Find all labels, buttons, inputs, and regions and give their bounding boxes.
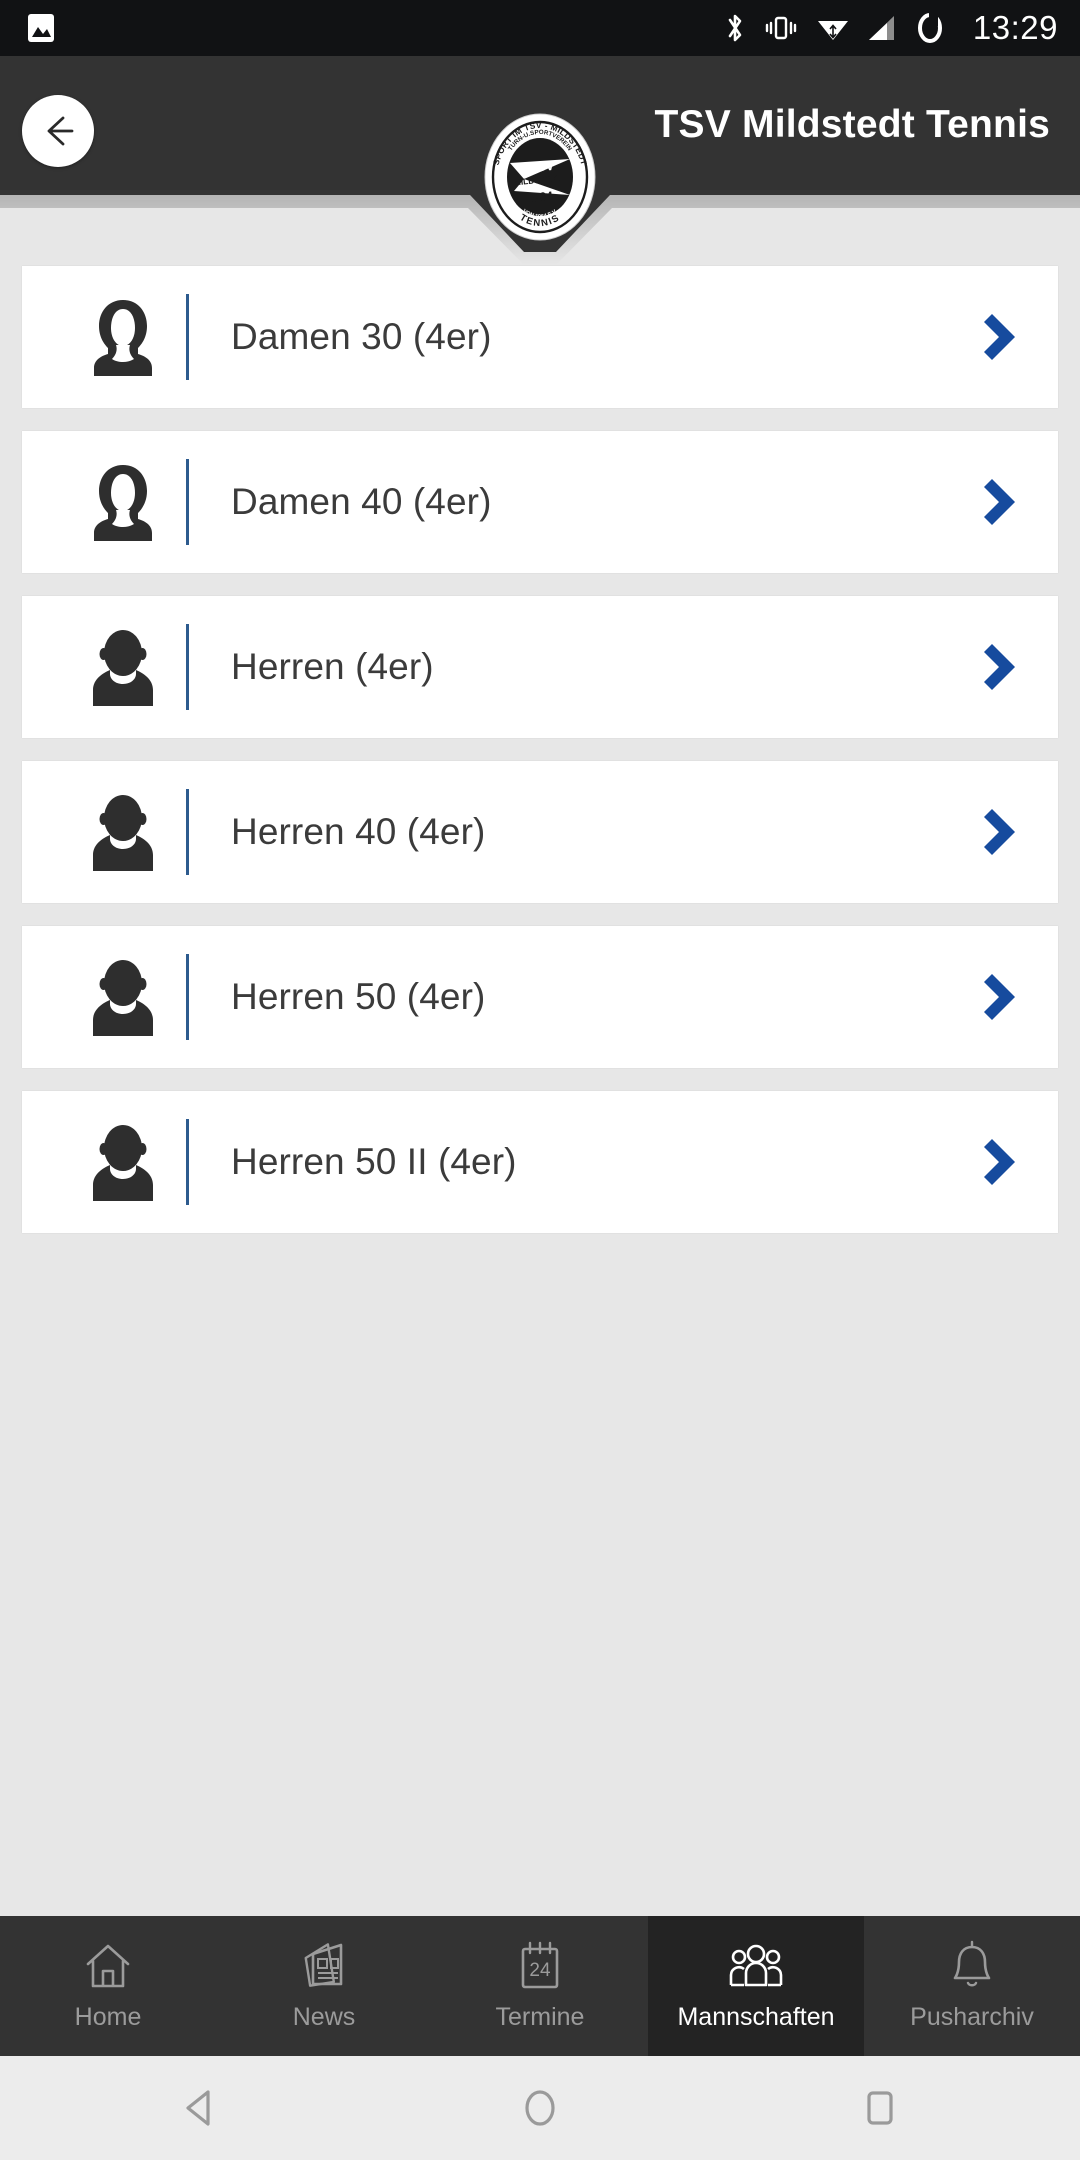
page-title: TSV Mildstedt Tennis [654,103,1050,146]
team-name-label: Herren 40 (4er) [231,811,486,852]
status-bar: 13:29 [0,0,1080,56]
tsv-mildstedt-club-logo: SPORT IM TSV - MILDSTEDT TURN-U.SPORTVER… [484,113,596,241]
bluetooth-icon [728,14,742,42]
tab-mannschaften[interactable]: Mannschaften [648,1916,864,2056]
male-avatar-icon [64,956,182,1038]
female-avatar-icon [64,296,182,378]
chevron-right-icon[interactable] [948,473,1058,531]
chevron-right-icon[interactable] [948,1133,1058,1191]
team-list: Damen 30 (4er) Damen 40 (4er) Herren (4e… [0,266,1080,1233]
back-button[interactable] [22,95,94,167]
male-avatar-icon [64,626,182,708]
team-list-item[interactable]: Herren 50 (4er) [22,926,1058,1068]
female-avatar-icon [64,461,182,543]
bottom-tab-bar: Home News 24 Termine Mannschaften Pushar… [0,1916,1080,2056]
male-avatar-icon [64,791,182,873]
wifi-icon [817,21,848,40]
nav-recents-button[interactable] [780,2085,980,2131]
back-arrow-icon [47,116,74,146]
group-icon [725,1940,787,1992]
bell-icon [948,1940,996,1992]
tab-label: News [292,2003,356,2031]
android-navigation-bar [0,2056,1080,2160]
nav-back-triangle-icon [186,2090,210,2126]
team-name-label: Damen 40 (4er) [231,481,492,522]
male-avatar-icon [64,1121,182,1203]
chevron-right-icon[interactable] [948,638,1058,696]
svg-text:1964: 1964 [526,189,554,206]
app-screen: 13:29 TSV Mildstedt Tennis SPORT IM TSV … [0,0,1080,2160]
nav-back-button[interactable] [100,2085,300,2131]
home-icon [82,1940,134,1992]
nav-recents-square-icon [867,2091,893,2125]
tab-news[interactable]: News [216,1916,432,2056]
tab-pusharchiv[interactable]: Pusharchiv [864,1916,1080,2056]
chevron-right-icon[interactable] [948,968,1058,1026]
vibrate-icon [765,16,797,40]
status-bar-notifications [26,12,56,44]
status-bar-clock: 13:29 [972,9,1058,46]
team-list-item[interactable]: Herren 40 (4er) [22,761,1058,903]
nav-home-circle-icon [525,2090,555,2126]
calendar-day-number: 24 [529,1960,551,1981]
news-icon [297,1940,351,1992]
tab-label: Termine [495,2003,585,2031]
team-name-label: Damen 30 (4er) [231,316,492,357]
team-list-item[interactable]: Herren (4er) [22,596,1058,738]
tab-label: Home [74,2003,142,2031]
team-list-item[interactable]: Damen 30 (4er) [22,266,1058,408]
team-list-item[interactable]: Herren 50 II (4er) [22,1091,1058,1233]
calendar-icon: 24 [515,1940,565,1992]
status-bar-system-icons: 13:29 [724,9,1058,47]
tab-termine[interactable]: 24 Termine [432,1916,648,2056]
battery-icon [917,13,942,43]
cellular-signal-icon [868,16,894,40]
image-icon [28,14,54,42]
tab-home[interactable]: Home [0,1916,216,2056]
chevron-right-icon[interactable] [948,803,1058,861]
team-name-label: Herren 50 (4er) [231,976,486,1017]
tab-label: Pusharchiv [910,2003,1034,2031]
chevron-right-icon[interactable] [948,308,1058,366]
team-list-item[interactable]: Damen 40 (4er) [22,431,1058,573]
team-name-label: Herren (4er) [231,646,434,687]
tab-label: Mannschaften [677,2003,835,2031]
nav-home-button[interactable] [440,2085,640,2131]
team-name-label: Herren 50 II (4er) [231,1141,517,1182]
